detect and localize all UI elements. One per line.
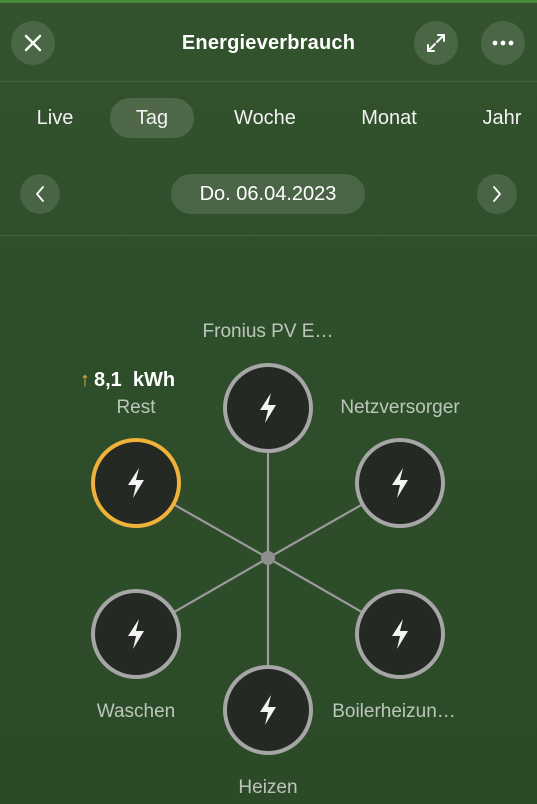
node-label-waschen: Waschen xyxy=(96,701,176,722)
rest-consumption-value: ↑ 8,1 kWh xyxy=(80,369,175,392)
node-netzversorger[interactable] xyxy=(355,438,445,528)
node-rest[interactable] xyxy=(91,438,181,528)
node-label-heizen: Heizen xyxy=(238,777,298,798)
node-label-boilerheizung: Boilerheizun… xyxy=(332,701,456,722)
node-label-netzversorger: Netzversorger xyxy=(340,397,460,418)
node-boilerheizung[interactable] xyxy=(355,589,445,679)
hub-dot xyxy=(261,551,275,565)
node-fronius[interactable] xyxy=(223,363,313,453)
rest-kwh-text: 8,1 kWh xyxy=(94,369,176,391)
node-waschen[interactable] xyxy=(91,589,181,679)
node-label-fronius: Fronius PV E… xyxy=(202,321,334,342)
node-heizen[interactable] xyxy=(223,665,313,755)
arrow-up-icon: ↑ xyxy=(80,369,90,391)
node-label-rest: Rest xyxy=(116,397,156,418)
